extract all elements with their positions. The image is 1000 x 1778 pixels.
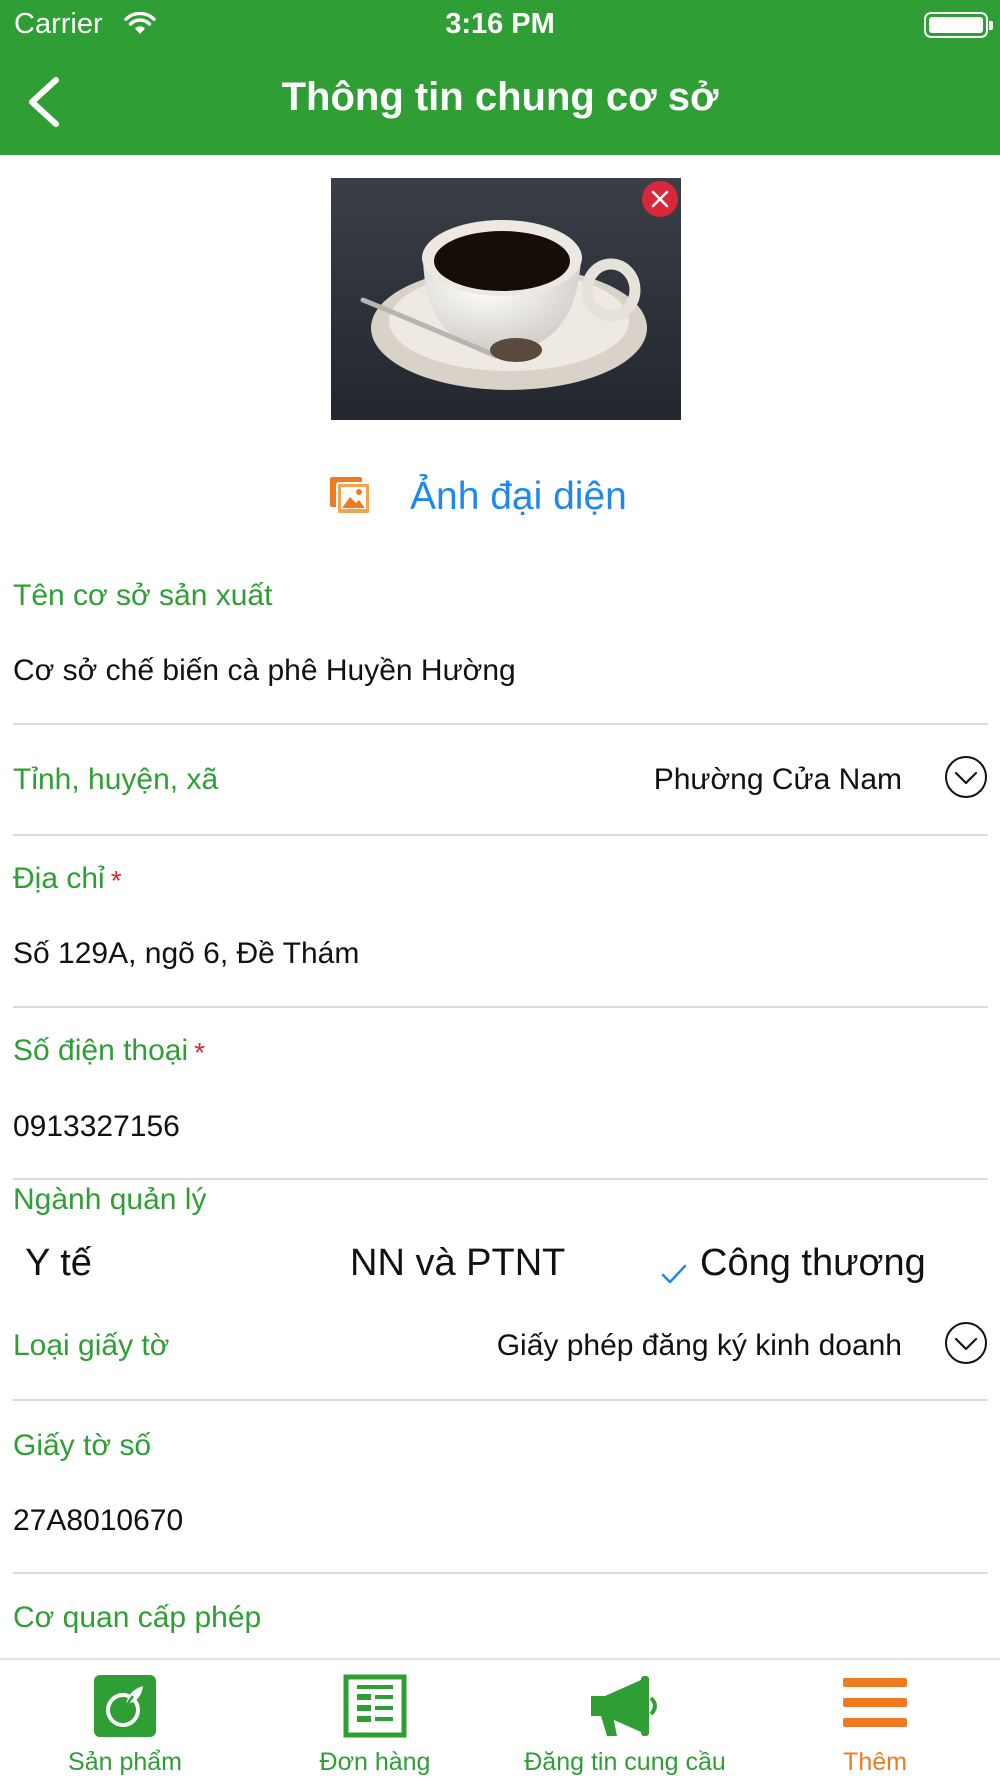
tab-orders[interactable]: Đơn hàng (290, 1660, 460, 1778)
checkmark-icon (661, 1264, 687, 1284)
header-bar: Carrier 3:16 PM Thông tin chung cơ sở (0, 0, 1000, 155)
chevron-down-icon[interactable] (944, 755, 988, 799)
phone-label: Số điện thoại * (13, 1034, 205, 1068)
gallery-icon (330, 477, 371, 515)
close-icon (651, 190, 669, 208)
tab-supply-demand-label: Đăng tin cung cầu (524, 1748, 726, 1776)
sector-option-agriculture[interactable]: NN và PTNT (350, 1242, 565, 1285)
megaphone-icon (591, 1676, 657, 1736)
tab-bar: Sản phẩm Đơn hàng Đăng tin cung cầu Thêm (0, 1658, 1000, 1778)
menu-icon (843, 1678, 907, 1727)
tab-orders-label: Đơn hàng (319, 1748, 431, 1776)
phone-field[interactable]: 0913327156 (13, 1110, 180, 1144)
document-type-select[interactable]: Giấy phép đăng ký kinh doanh (497, 1329, 902, 1363)
avatar-label: Ảnh đại diện (410, 475, 627, 518)
divider (13, 1399, 988, 1401)
divider (13, 723, 988, 725)
address-label: Địa chỉ * (13, 862, 122, 896)
page-title: Thông tin chung cơ sở (281, 75, 719, 119)
status-time: 3:16 PM (445, 8, 555, 40)
tab-supply-demand[interactable]: Đăng tin cung cầu (510, 1660, 740, 1778)
address-field[interactable]: Số 129A, ngõ 6, Đề Thám (13, 937, 359, 971)
battery-icon (924, 12, 993, 38)
tab-more[interactable]: Thêm (790, 1660, 960, 1778)
tab-more-label: Thêm (843, 1748, 907, 1776)
facility-name-field[interactable]: Cơ sở chế biến cà phê Huyền Hường (13, 654, 516, 688)
status-bar: Carrier 3:16 PM (0, 0, 1000, 50)
remove-photo-button[interactable] (642, 181, 678, 217)
order-icon (343, 1674, 407, 1738)
sector-option-industry-trade[interactable]: Công thương (700, 1242, 926, 1285)
document-number-label: Giấy tờ số (13, 1429, 152, 1462)
divider (13, 1178, 988, 1180)
issuer-label: Cơ quan cấp phép (13, 1601, 262, 1634)
phone-label-text: Số điện thoại (13, 1034, 189, 1067)
divider (13, 1006, 988, 1008)
required-mark: * (110, 865, 122, 896)
divider (13, 834, 988, 836)
document-type-label: Loại giấy tờ (13, 1329, 170, 1362)
required-mark: * (194, 1037, 206, 1068)
sector-label: Ngành quản lý (13, 1183, 207, 1216)
document-number-field[interactable]: 27A8010670 (13, 1504, 183, 1538)
location-select[interactable]: Phường Cửa Nam (654, 763, 902, 797)
address-label-text: Địa chỉ (13, 862, 105, 895)
sector-option-health[interactable]: Y tế (25, 1242, 92, 1285)
tab-products-label: Sản phẩm (68, 1748, 182, 1776)
location-label: Tỉnh, huyện, xã (13, 763, 219, 796)
facility-name-label: Tên cơ sở sản xuất (13, 579, 273, 612)
chevron-down-icon[interactable] (944, 1321, 988, 1365)
divider (13, 1572, 988, 1574)
product-icon (94, 1675, 156, 1737)
avatar-photo[interactable] (331, 178, 681, 420)
tab-products[interactable]: Sản phẩm (40, 1660, 210, 1778)
